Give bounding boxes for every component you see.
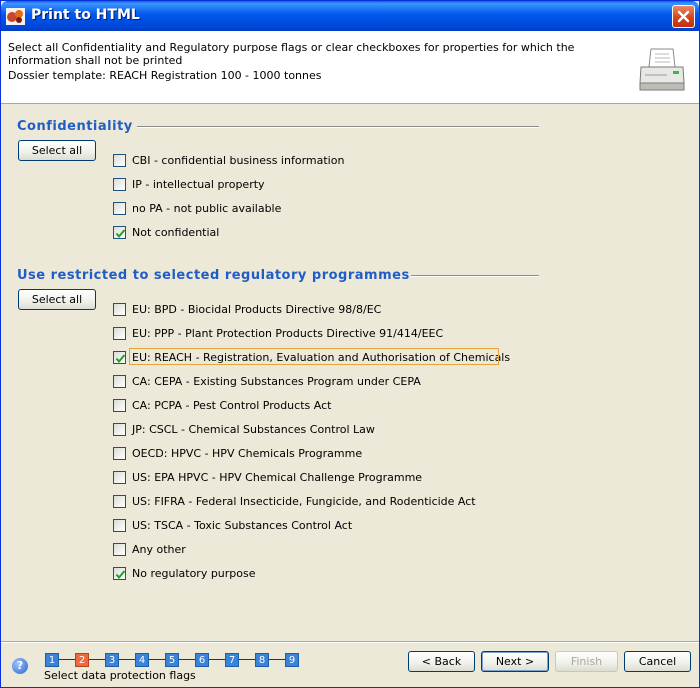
checkbox[interactable]: [113, 327, 126, 340]
checkbox[interactable]: [113, 447, 126, 460]
checkbox[interactable]: [113, 423, 126, 436]
wizard-step: 9: [285, 653, 299, 667]
checkbox[interactable]: [113, 178, 126, 191]
step-connector: [149, 659, 165, 660]
checkmark-icon: [115, 229, 126, 239]
checkbox[interactable]: [113, 351, 126, 364]
confidentiality-section-title: Confidentiality: [17, 119, 133, 134]
checkbox[interactable]: [113, 375, 126, 388]
confidentiality-select-all-button[interactable]: Select all: [18, 140, 96, 161]
checkbox-label: US: EPA HPVC - HPV Chemical Challenge Pr…: [132, 471, 423, 484]
checkbox-label: CA: CEPA - Existing Substances Program u…: [132, 375, 421, 388]
header-instruction: Select all Confidentiality and Regulator…: [8, 41, 575, 67]
regulatory-section-title: Use restricted to selected regulatory pr…: [17, 268, 410, 283]
wizard-header: Select all Confidentiality and Regulator…: [1, 31, 699, 104]
checkbox-label: JP: CSCL - Chemical Substances Control L…: [132, 423, 375, 436]
finish-button[interactable]: Finish: [555, 651, 618, 672]
checkmark-icon: [115, 570, 126, 580]
checkbox-label: OECD: HPVC - HPV Chemicals Programme: [132, 447, 363, 460]
checkbox-label: EU: PPP - Plant Protection Products Dire…: [132, 327, 444, 340]
title-bar[interactable]: Print to HTML: [1, 1, 699, 31]
wizard-step: 4: [135, 653, 149, 667]
checkbox-label: Any other: [132, 543, 186, 556]
app-icon: [6, 8, 25, 25]
next-button[interactable]: Next >: [481, 651, 549, 672]
checkbox[interactable]: [113, 519, 126, 532]
checkbox[interactable]: [113, 303, 126, 316]
checkbox[interactable]: [113, 471, 126, 484]
checkbox[interactable]: [113, 202, 126, 215]
checkbox[interactable]: [113, 399, 126, 412]
checkbox-label: US: FIFRA - Federal Insecticide, Fungici…: [132, 495, 476, 508]
step-connector: [59, 659, 75, 660]
checkbox-label: Not confidential: [132, 226, 220, 239]
section-divider: [411, 275, 539, 277]
help-icon[interactable]: ?: [12, 658, 28, 674]
wizard-step: 8: [255, 653, 269, 667]
print-to-html-dialog: Print to HTML Select all Confidentiality…: [0, 0, 700, 688]
section-divider: [137, 126, 539, 128]
checkbox[interactable]: [113, 154, 126, 167]
wizard-step: 1: [45, 653, 59, 667]
window-title: Print to HTML: [31, 7, 140, 23]
close-icon: [677, 10, 690, 23]
cancel-button[interactable]: Cancel: [624, 651, 691, 672]
back-button[interactable]: < Back: [408, 651, 475, 672]
checkbox[interactable]: [113, 567, 126, 580]
step-connector: [179, 659, 195, 660]
checkbox-label: no PA - not public available: [132, 202, 282, 215]
printer-icon: [639, 48, 685, 91]
checkbox-label: No regulatory purpose: [132, 567, 256, 580]
close-button[interactable]: [672, 5, 695, 28]
step-connector: [209, 659, 225, 660]
step-connector: [239, 659, 255, 660]
focus-indicator: [129, 348, 499, 365]
wizard-step: 3: [105, 653, 119, 667]
step-connector: [89, 659, 105, 660]
header-template: Dossier template: REACH Registration 100…: [8, 69, 322, 82]
regulatory-select-all-button[interactable]: Select all: [18, 289, 96, 310]
footer-divider: [1, 641, 699, 643]
checkbox-label: EU: BPD - Biocidal Products Directive 98…: [132, 303, 382, 316]
step-connector: [269, 659, 285, 660]
checkbox-label: CA: PCPA - Pest Control Products Act: [132, 399, 332, 412]
checkmark-icon: [115, 354, 126, 364]
wizard-step: 5: [165, 653, 179, 667]
wizard-step: 7: [225, 653, 239, 667]
checkbox[interactable]: [113, 543, 126, 556]
checkbox-label: IP - intellectual property: [132, 178, 265, 191]
step-caption: Select data protection flags: [44, 669, 196, 682]
wizard-step: 2: [75, 653, 89, 667]
checkbox-label: US: TSCA - Toxic Substances Control Act: [132, 519, 353, 532]
step-connector: [119, 659, 135, 660]
checkbox[interactable]: [113, 495, 126, 508]
checkbox[interactable]: [113, 226, 126, 239]
wizard-step: 6: [195, 653, 209, 667]
checkbox-label: CBI - confidential business information: [132, 154, 345, 167]
